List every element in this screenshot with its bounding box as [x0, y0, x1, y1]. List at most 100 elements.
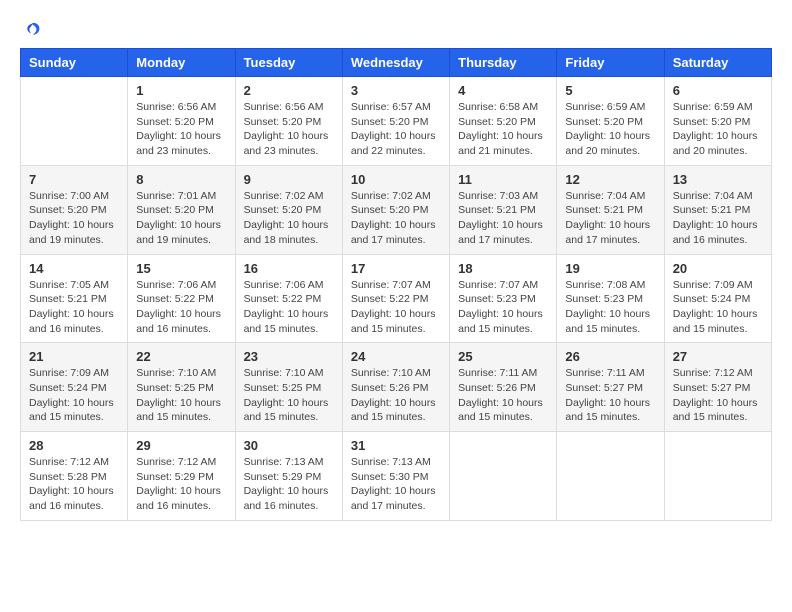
day-number: 1: [136, 83, 226, 98]
day-number: 11: [458, 172, 548, 187]
week-row-1: 1 Sunrise: 6:56 AM Sunset: 5:20 PM Daylig…: [21, 77, 772, 166]
calendar-cell: 6 Sunrise: 6:59 AM Sunset: 5:20 PM Daylig…: [664, 77, 771, 166]
cell-info: Sunrise: 7:01 AM Sunset: 5:20 PM Dayligh…: [136, 189, 226, 248]
calendar-cell: 4Sunrise: 6:58 AM Sunset: 5:20 PM Daylig…: [450, 77, 557, 166]
day-number: 24: [351, 349, 441, 364]
cell-info: Sunrise: 7:02 AM Sunset: 5:20 PM Dayligh…: [244, 189, 334, 248]
header-sunday: Sunday: [21, 49, 128, 77]
day-number: 13: [673, 172, 763, 187]
header-saturday: Saturday: [664, 49, 771, 77]
week-row-5: 28 Sunrise: 7:12 AM Sunset: 5:28 PM Dayli…: [21, 432, 772, 521]
cell-info: Sunrise: 7:13 AM Sunset: 5:30 PM Dayligh…: [351, 455, 441, 514]
calendar-body: 1 Sunrise: 6:56 AM Sunset: 5:20 PM Daylig…: [21, 77, 772, 521]
cell-info: Sunrise: 7:13 AM Sunset: 5:29 PM Dayligh…: [244, 455, 334, 514]
cell-info: Sunrise: 7:08 AM Sunset: 5:23 PM Dayligh…: [565, 278, 655, 337]
cell-info: Sunrise: 7:10 AM Sunset: 5:25 PM Dayligh…: [136, 366, 226, 425]
day-number: 6: [673, 83, 763, 98]
calendar-table: SundayMondayTuesdayWednesdayThursdayFrid…: [20, 48, 772, 521]
day-number: 28: [29, 438, 119, 453]
calendar-header: SundayMondayTuesdayWednesdayThursdayFrid…: [21, 49, 772, 77]
calendar-cell: [21, 77, 128, 166]
cell-info: Sunrise: 7:07 AM Sunset: 5:22 PM Dayligh…: [351, 278, 441, 337]
calendar-cell: 12 Sunrise: 7:04 AM Sunset: 5:21 PM Dayli…: [557, 165, 664, 254]
cell-info: Sunrise: 6:56 AM Sunset: 5:20 PM Dayligh…: [136, 100, 226, 159]
cell-info: Sunrise: 7:04 AM Sunset: 5:21 PM Dayligh…: [673, 189, 763, 248]
day-number: 2: [244, 83, 334, 98]
day-number: 3: [351, 83, 441, 98]
week-row-4: 21Sunrise: 7:09 AM Sunset: 5:24 PM Dayli…: [21, 343, 772, 432]
day-number: 15: [136, 261, 226, 276]
cell-info: Sunrise: 7:12 AM Sunset: 5:28 PM Dayligh…: [29, 455, 119, 514]
cell-info: Sunrise: 7:11 AM Sunset: 5:27 PM Dayligh…: [565, 366, 655, 425]
day-number: 5: [565, 83, 655, 98]
day-number: 16: [244, 261, 334, 276]
cell-info: Sunrise: 6:57 AM Sunset: 5:20 PM Dayligh…: [351, 100, 441, 159]
cell-info: Sunrise: 7:11 AM Sunset: 5:26 PM Dayligh…: [458, 366, 548, 425]
day-number: 31: [351, 438, 441, 453]
page-header: [20, 20, 772, 38]
day-number: 12: [565, 172, 655, 187]
day-number: 14: [29, 261, 119, 276]
calendar-cell: 9 Sunrise: 7:02 AM Sunset: 5:20 PM Daylig…: [235, 165, 342, 254]
day-number: 17: [351, 261, 441, 276]
calendar-cell: 20 Sunrise: 7:09 AM Sunset: 5:24 PM Dayli…: [664, 254, 771, 343]
cell-info: Sunrise: 7:06 AM Sunset: 5:22 PM Dayligh…: [244, 278, 334, 337]
cell-info: Sunrise: 7:12 AM Sunset: 5:27 PM Dayligh…: [673, 366, 763, 425]
calendar-cell: 25 Sunrise: 7:11 AM Sunset: 5:26 PM Dayli…: [450, 343, 557, 432]
calendar-cell: 28 Sunrise: 7:12 AM Sunset: 5:28 PM Dayli…: [21, 432, 128, 521]
calendar-cell: 26 Sunrise: 7:11 AM Sunset: 5:27 PM Dayli…: [557, 343, 664, 432]
day-number: 10: [351, 172, 441, 187]
day-number: 20: [673, 261, 763, 276]
header-friday: Friday: [557, 49, 664, 77]
cell-info: Sunrise: 7:00 AM Sunset: 5:20 PM Dayligh…: [29, 189, 119, 248]
calendar-cell: 23Sunrise: 7:10 AM Sunset: 5:25 PM Dayli…: [235, 343, 342, 432]
calendar-cell: [450, 432, 557, 521]
cell-info: Sunrise: 7:07 AM Sunset: 5:23 PM Dayligh…: [458, 278, 548, 337]
cell-info: Sunrise: 7:09 AM Sunset: 5:24 PM Dayligh…: [29, 366, 119, 425]
day-number: 26: [565, 349, 655, 364]
day-number: 27: [673, 349, 763, 364]
day-number: 19: [565, 261, 655, 276]
calendar-cell: 18 Sunrise: 7:07 AM Sunset: 5:23 PM Dayli…: [450, 254, 557, 343]
logo-bird-icon: [24, 20, 42, 38]
calendar-cell: 30 Sunrise: 7:13 AM Sunset: 5:29 PM Dayli…: [235, 432, 342, 521]
calendar-cell: 24 Sunrise: 7:10 AM Sunset: 5:26 PM Dayli…: [342, 343, 449, 432]
calendar-cell: 10 Sunrise: 7:02 AM Sunset: 5:20 PM Dayli…: [342, 165, 449, 254]
day-number: 7: [29, 172, 119, 187]
cell-info: Sunrise: 6:59 AM Sunset: 5:20 PM Dayligh…: [673, 100, 763, 159]
day-number: 30: [244, 438, 334, 453]
calendar-cell: 31 Sunrise: 7:13 AM Sunset: 5:30 PM Dayli…: [342, 432, 449, 521]
calendar-cell: 16 Sunrise: 7:06 AM Sunset: 5:22 PM Dayli…: [235, 254, 342, 343]
header-monday: Monday: [128, 49, 235, 77]
cell-info: Sunrise: 7:03 AM Sunset: 5:21 PM Dayligh…: [458, 189, 548, 248]
cell-info: Sunrise: 7:10 AM Sunset: 5:25 PM Dayligh…: [244, 366, 334, 425]
calendar-cell: 2Sunrise: 6:56 AM Sunset: 5:20 PM Daylig…: [235, 77, 342, 166]
day-number: 25: [458, 349, 548, 364]
header-tuesday: Tuesday: [235, 49, 342, 77]
day-number: 29: [136, 438, 226, 453]
cell-info: Sunrise: 7:10 AM Sunset: 5:26 PM Dayligh…: [351, 366, 441, 425]
calendar-cell: [557, 432, 664, 521]
cell-info: Sunrise: 7:02 AM Sunset: 5:20 PM Dayligh…: [351, 189, 441, 248]
day-number: 8: [136, 172, 226, 187]
cell-info: Sunrise: 7:09 AM Sunset: 5:24 PM Dayligh…: [673, 278, 763, 337]
calendar-cell: 14Sunrise: 7:05 AM Sunset: 5:21 PM Dayli…: [21, 254, 128, 343]
day-number: 18: [458, 261, 548, 276]
cell-info: Sunrise: 6:58 AM Sunset: 5:20 PM Dayligh…: [458, 100, 548, 159]
calendar-cell: [664, 432, 771, 521]
cell-info: Sunrise: 6:59 AM Sunset: 5:20 PM Dayligh…: [565, 100, 655, 159]
calendar-cell: 17 Sunrise: 7:07 AM Sunset: 5:22 PM Dayli…: [342, 254, 449, 343]
day-number: 9: [244, 172, 334, 187]
calendar-cell: 27 Sunrise: 7:12 AM Sunset: 5:27 PM Dayli…: [664, 343, 771, 432]
calendar-cell: 29Sunrise: 7:12 AM Sunset: 5:29 PM Dayli…: [128, 432, 235, 521]
calendar-cell: 1 Sunrise: 6:56 AM Sunset: 5:20 PM Daylig…: [128, 77, 235, 166]
header-row: SundayMondayTuesdayWednesdayThursdayFrid…: [21, 49, 772, 77]
calendar-cell: 19 Sunrise: 7:08 AM Sunset: 5:23 PM Dayli…: [557, 254, 664, 343]
header-wednesday: Wednesday: [342, 49, 449, 77]
calendar-cell: 15 Sunrise: 7:06 AM Sunset: 5:22 PM Dayli…: [128, 254, 235, 343]
cell-info: Sunrise: 7:04 AM Sunset: 5:21 PM Dayligh…: [565, 189, 655, 248]
calendar-cell: 22 Sunrise: 7:10 AM Sunset: 5:25 PM Dayli…: [128, 343, 235, 432]
day-number: 22: [136, 349, 226, 364]
week-row-2: 7 Sunrise: 7:00 AM Sunset: 5:20 PM Daylig…: [21, 165, 772, 254]
cell-info: Sunrise: 7:06 AM Sunset: 5:22 PM Dayligh…: [136, 278, 226, 337]
